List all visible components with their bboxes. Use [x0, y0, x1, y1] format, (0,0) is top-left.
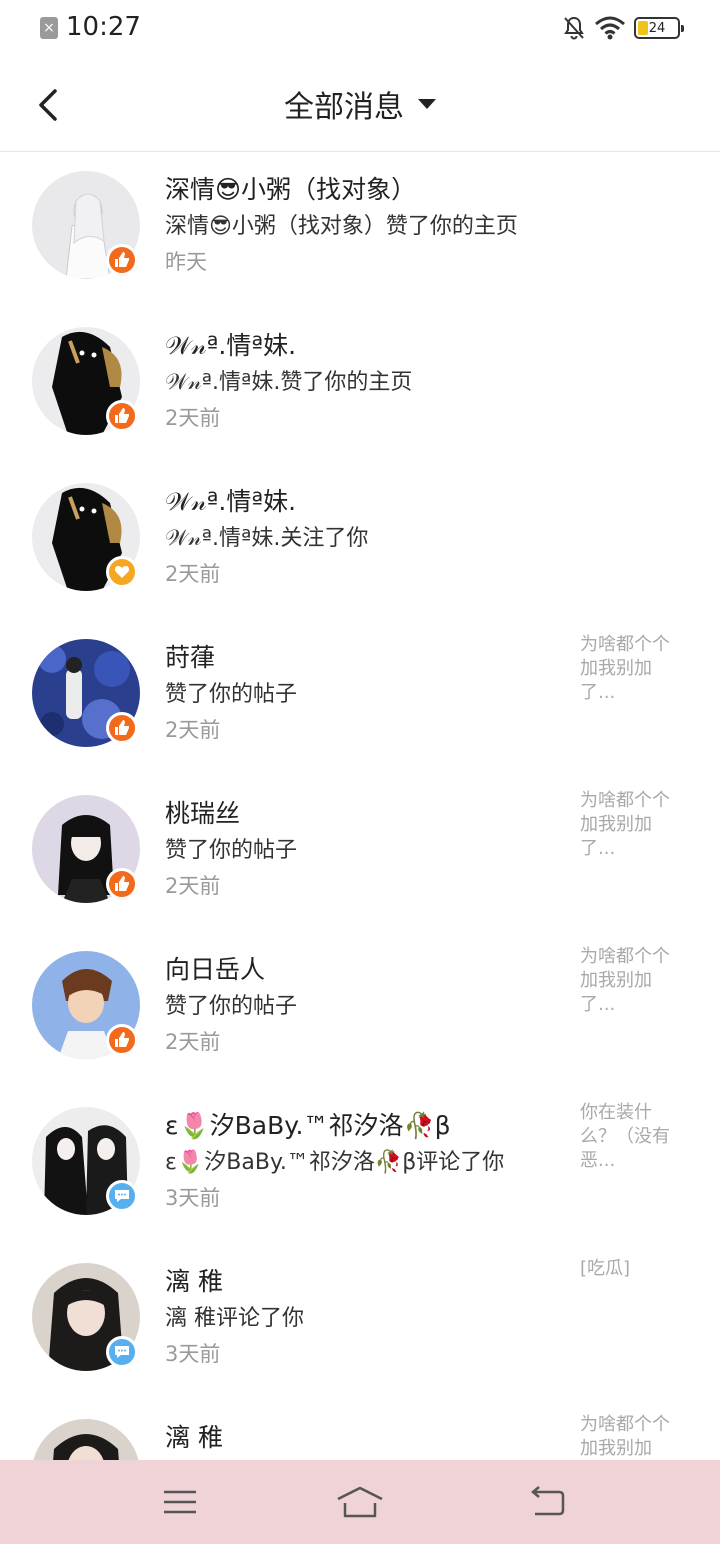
battery-level: 24 [648, 20, 666, 36]
sender-name: 深情😎小粥（找对象） [165, 175, 417, 204]
message-preview: 为啥都个个加我别加了... [580, 946, 670, 1015]
follow-badge [106, 556, 138, 588]
status-icons: 24 [562, 15, 684, 41]
message-time: 昨天 [165, 250, 207, 274]
message-action: 赞了你的帖子 [165, 682, 298, 707]
like-icon [115, 1032, 129, 1047]
message-time: 2天前 [165, 562, 221, 586]
heart-icon [114, 566, 130, 578]
message-time: 3天前 [165, 1186, 221, 1210]
comment-badge [106, 1336, 138, 1368]
wifi-icon [595, 16, 625, 40]
message-action: 漓 稚评论了你 [165, 1306, 304, 1331]
status-bar: × 10:27 24 [0, 0, 720, 58]
sender-name: 𝒲𝓃ª.情ª妹. [165, 487, 297, 516]
message-item[interactable]: 莳葎 赞了你的帖子 2天前 为啥都个个加我别加了... [0, 620, 720, 776]
message-item[interactable]: 𝒲𝓃ª.情ª妹. 𝒲𝓃ª.情ª妹.关注了你 2天前 [0, 464, 720, 620]
message-time: 2天前 [165, 718, 221, 742]
return-icon [531, 1486, 565, 1516]
sender-name: 漓 稚 [165, 1267, 223, 1296]
message-item[interactable]: 桃瑞丝 赞了你的帖子 2天前 为啥都个个加我别加了... [0, 776, 720, 932]
header: 全部消息 [0, 58, 720, 152]
like-badge [106, 1024, 138, 1056]
message-action: 深情😎小粥（找对象）赞了你的主页 [165, 214, 518, 239]
like-icon [115, 252, 129, 267]
like-badge [106, 868, 138, 900]
sender-name: 向日岳人 [165, 955, 266, 984]
message-filter-dropdown[interactable]: 全部消息 [0, 82, 720, 126]
message-preview: 为啥都个个加我别加了... [580, 790, 670, 859]
battery-icon: 24 [634, 17, 684, 39]
message-preview: [吃瓜] [580, 1258, 631, 1279]
message-action: ε🌷汐BaBy.™祁汐洛🥀β评论了你 [165, 1150, 505, 1175]
comment-icon [115, 1190, 129, 1202]
page-title: 全部消息 [284, 90, 404, 125]
message-time: 2天前 [165, 874, 221, 898]
status-time: 10:27 [66, 12, 141, 42]
comment-icon [115, 1346, 129, 1358]
message-action: 赞了你的帖子 [165, 994, 298, 1019]
message-action: 𝒲𝓃ª.情ª妹.关注了你 [165, 526, 369, 551]
like-badge [106, 712, 138, 744]
avatar[interactable] [32, 1419, 140, 1460]
sender-name: 莳葎 [165, 643, 216, 672]
home-button[interactable] [330, 1480, 390, 1524]
message-time: 2天前 [165, 406, 221, 430]
message-preview: 你在装什么？（没有恶... [580, 1102, 670, 1171]
sender-name: 漓 稚 [165, 1423, 223, 1452]
message-time: 2天前 [165, 1030, 221, 1054]
message-action: 赞了你的帖子 [165, 838, 298, 863]
like-icon [115, 876, 129, 891]
message-list[interactable]: 深情😎小粥（找对象） 深情😎小粥（找对象）赞了你的主页 昨天 𝒲𝓃ª.情ª妹. … [0, 152, 720, 1460]
message-item[interactable]: 向日岳人 赞了你的帖子 2天前 为啥都个个加我别加了... [0, 932, 720, 1088]
message-item[interactable]: ε🌷汐BaBy.™祁汐洛🥀β ε🌷汐BaBy.™祁汐洛🥀β评论了你 3天前 你在… [0, 1088, 720, 1244]
like-icon [115, 408, 129, 423]
sender-name: ε🌷汐BaBy.™祁汐洛🥀β [165, 1111, 451, 1140]
message-preview: 为啥都个个加我别加 [580, 1414, 670, 1459]
message-item[interactable]: 漓 稚 为啥都个个加我别加 [0, 1400, 720, 1460]
notification-icon: × [40, 17, 58, 39]
message-item[interactable]: 𝒲𝓃ª.情ª妹. 𝒲𝓃ª.情ª妹.赞了你的主页 2天前 [0, 308, 720, 464]
message-preview: 为啥都个个加我别加了... [580, 634, 670, 703]
home-icon [337, 1486, 383, 1518]
comment-badge [106, 1180, 138, 1212]
sender-name: 𝒲𝓃ª.情ª妹. [165, 331, 297, 360]
back-nav-button[interactable] [518, 1480, 578, 1524]
message-time: 3天前 [165, 1342, 221, 1366]
navigation-bar [0, 1460, 720, 1544]
sender-name: 桃瑞丝 [165, 799, 241, 828]
message-action: 𝒲𝓃ª.情ª妹.赞了你的主页 [165, 370, 413, 395]
like-icon [115, 720, 129, 735]
like-badge [106, 244, 138, 276]
mute-icon [564, 16, 584, 40]
menu-icon [164, 1490, 196, 1514]
like-badge [106, 400, 138, 432]
caret-down-icon [418, 99, 436, 109]
menu-button[interactable] [150, 1480, 210, 1524]
message-item[interactable]: 深情😎小粥（找对象） 深情😎小粥（找对象）赞了你的主页 昨天 [0, 152, 720, 308]
message-item[interactable]: 漓 稚 漓 稚评论了你 3天前 [吃瓜] [0, 1244, 720, 1400]
